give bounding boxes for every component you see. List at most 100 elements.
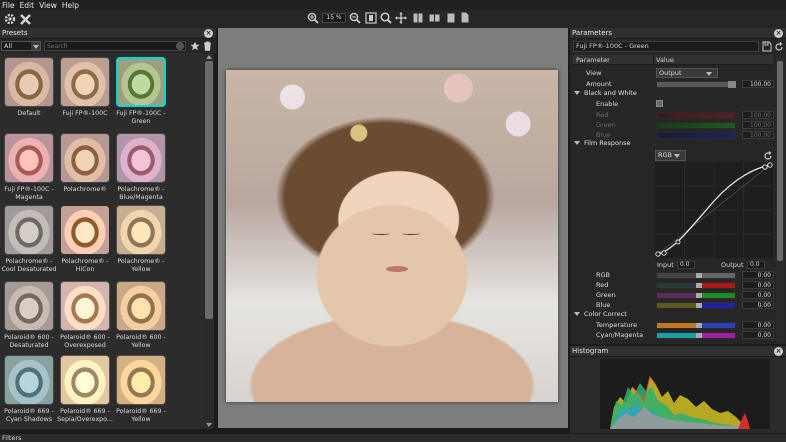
close-histogram-icon[interactable]: × — [774, 347, 783, 356]
zoom-level-field[interactable]: 15 % — [322, 13, 346, 23]
preset-label[interactable]: Polachrome® - Yellow — [113, 258, 169, 274]
amount-slider[interactable] — [656, 80, 736, 88]
preset-label[interactable]: Polaroid® 669 - Cyan Shadows — [1, 408, 57, 424]
chevron-down-icon[interactable] — [31, 42, 40, 50]
enable-checkbox[interactable] — [656, 100, 663, 107]
section-black-and-white[interactable]: Black and White — [574, 89, 637, 97]
image-canvas[interactable] — [218, 28, 568, 428]
red-slider[interactable] — [656, 281, 736, 289]
channel-select[interactable]: RGB — [655, 150, 686, 161]
collapse-icon[interactable] — [574, 91, 580, 95]
preset-thumbnail[interactable] — [60, 281, 110, 331]
clear-search-icon[interactable] — [176, 42, 184, 50]
photo-preview[interactable] — [226, 70, 558, 402]
rgb-slider[interactable] — [656, 271, 736, 279]
preset-search-input[interactable] — [44, 41, 186, 51]
output-value[interactable]: 0.0 — [747, 261, 765, 269]
after-view-icon[interactable] — [460, 12, 470, 23]
zoom-icon[interactable] — [380, 12, 392, 24]
preset-thumbnail[interactable] — [116, 281, 166, 331]
bw-green-slider[interactable] — [656, 121, 736, 129]
menu-edit[interactable]: Edit — [20, 1, 35, 10]
menu-help[interactable]: Help — [62, 1, 79, 10]
curve-reset-icon[interactable] — [763, 151, 773, 161]
preset-thumbnail[interactable] — [4, 133, 54, 183]
preset-label[interactable]: Polaroid® 669 - Sepia/Overexpo... — [57, 408, 113, 424]
bw-blue-value[interactable]: 100.00 — [742, 131, 774, 139]
bw-blue-slider[interactable] — [656, 131, 736, 139]
reset-icon[interactable] — [774, 42, 784, 52]
close-parameters-icon[interactable]: × — [774, 29, 783, 38]
collapse-icon[interactable] — [574, 312, 580, 316]
bw-red-slider[interactable] — [656, 111, 736, 119]
preset-thumbnail[interactable] — [4, 355, 54, 405]
gear-icon[interactable] — [3, 12, 17, 26]
preset-thumbnail[interactable] — [4, 57, 54, 107]
view-select[interactable]: Output — [656, 68, 718, 78]
preset-thumbnail[interactable] — [116, 205, 166, 255]
preset-thumbnail[interactable] — [4, 205, 54, 255]
blue-slider[interactable] — [656, 301, 736, 309]
parameters-scroll-thumb[interactable] — [777, 61, 783, 261]
green-slider[interactable] — [656, 291, 736, 299]
side-by-side-icon[interactable] — [429, 13, 440, 23]
save-preset-icon[interactable] — [762, 41, 772, 52]
preset-label[interactable]: Fuji FP®-100C - Magenta — [1, 186, 57, 202]
temperature-slider[interactable] — [656, 321, 736, 329]
preset-name-field[interactable]: Fuji FP®-100C - Green — [573, 41, 759, 52]
trash-icon[interactable] — [203, 41, 212, 51]
preset-label[interactable]: Polaroid® 669 - Yellow — [113, 408, 169, 424]
preset-thumbnail[interactable] — [116, 57, 166, 107]
preset-scroll-thumb[interactable] — [205, 61, 213, 319]
close-x-icon[interactable] — [19, 13, 32, 26]
section-film-response[interactable]: Film Response — [574, 139, 631, 147]
preset-label[interactable]: Polachrome® — [57, 186, 113, 194]
rgb-value[interactable]: 0.00 — [742, 271, 774, 279]
collapse-icon[interactable] — [574, 141, 580, 145]
preset-thumbnail[interactable] — [116, 133, 166, 183]
preset-thumbnail[interactable] — [60, 133, 110, 183]
preset-thumbnail[interactable] — [60, 355, 110, 405]
zoom-in-icon[interactable] — [307, 12, 319, 24]
preset-thumbnail[interactable] — [116, 355, 166, 405]
zoom-out-icon[interactable] — [349, 12, 361, 24]
bw-green-value[interactable]: 100.00 — [742, 121, 774, 129]
preset-thumbnail[interactable] — [4, 281, 54, 331]
red-value[interactable]: 0.00 — [742, 281, 774, 289]
cyan-magenta-slider[interactable] — [656, 331, 736, 339]
split-view-icon[interactable] — [413, 13, 423, 23]
preset-label[interactable]: Default — [1, 110, 57, 118]
close-presets-icon[interactable]: × — [204, 29, 213, 38]
filters-title[interactable]: Filters — [2, 434, 21, 442]
menu-view[interactable]: View — [39, 1, 57, 10]
before-view-icon[interactable] — [446, 13, 456, 23]
preset-label[interactable]: Polachrome® - Cool Desaturated — [1, 258, 57, 274]
star-icon[interactable] — [190, 41, 200, 51]
scroll-up-icon[interactable] — [206, 55, 212, 59]
tone-curve-editor[interactable] — [655, 162, 773, 258]
preset-label[interactable]: Polachrome® - HiCon — [57, 258, 113, 274]
preset-label[interactable]: Polaroid® 600 - Desaturated — [1, 334, 57, 350]
preset-label[interactable]: Fuji FP®-100C — [57, 110, 113, 118]
cyan-magenta-value[interactable]: 0.00 — [742, 331, 774, 339]
blue-value[interactable]: 0.00 — [742, 301, 774, 309]
temperature-value[interactable]: 0.00 — [742, 321, 774, 329]
green-value[interactable]: 0.00 — [742, 291, 774, 299]
preset-thumbnail[interactable] — [60, 205, 110, 255]
preset-label[interactable]: Polaroid® 600 - Overexposed — [57, 334, 113, 350]
parameters-scrollbar[interactable] — [776, 55, 784, 343]
amount-slider-handle[interactable] — [728, 80, 736, 88]
preset-label[interactable]: Fuji FP®-100C - Green — [113, 110, 169, 126]
section-color-correct[interactable]: Color Correct — [574, 310, 627, 318]
fit-icon[interactable] — [365, 12, 377, 24]
pan-icon[interactable] — [395, 12, 407, 24]
preset-thumbnail[interactable] — [60, 57, 110, 107]
preset-label[interactable]: Polaroid® 600 - Yellow — [113, 334, 169, 350]
preset-label[interactable]: Polachrome® - Blue/Magenta — [113, 186, 169, 202]
input-value[interactable]: 0.0 — [677, 261, 695, 269]
amount-value[interactable]: 100.00 — [742, 80, 774, 88]
scroll-down-icon[interactable] — [206, 423, 212, 427]
preset-scrollbar[interactable] — [204, 53, 214, 429]
preset-category-select[interactable]: All — [1, 41, 41, 51]
menu-file[interactable]: File — [2, 1, 15, 10]
